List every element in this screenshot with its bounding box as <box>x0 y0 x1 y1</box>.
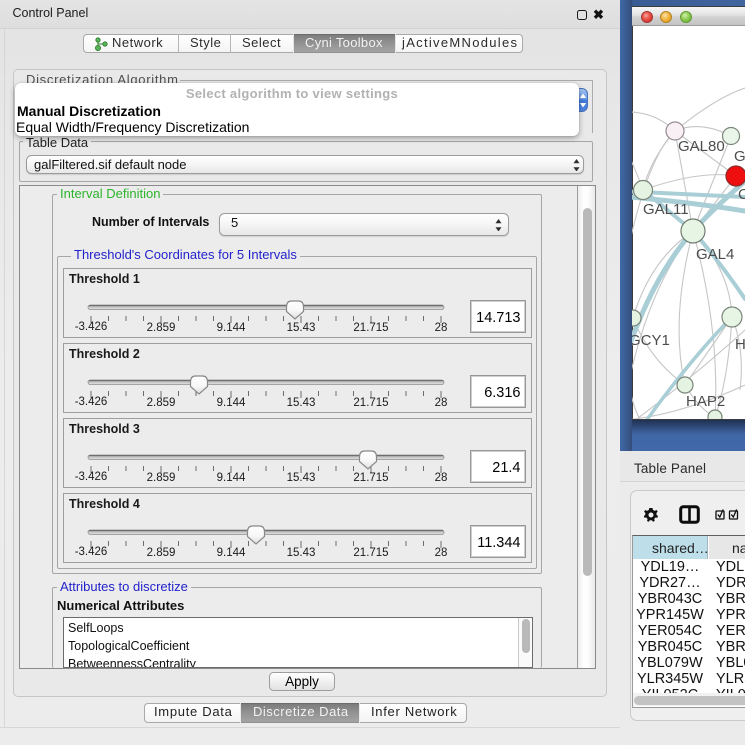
svg-text:HAP2: HAP2 <box>686 393 725 410</box>
svg-text:GAL11: GAL11 <box>643 201 689 218</box>
svg-text:C: C <box>738 186 745 203</box>
svg-text:GAL4: GAL4 <box>696 246 734 263</box>
svg-text:GA: GA <box>734 148 745 165</box>
svg-text:GAL80: GAL80 <box>678 138 725 155</box>
svg-text:GCY1: GCY1 <box>632 332 670 349</box>
svg-text:H: H <box>735 336 745 353</box>
